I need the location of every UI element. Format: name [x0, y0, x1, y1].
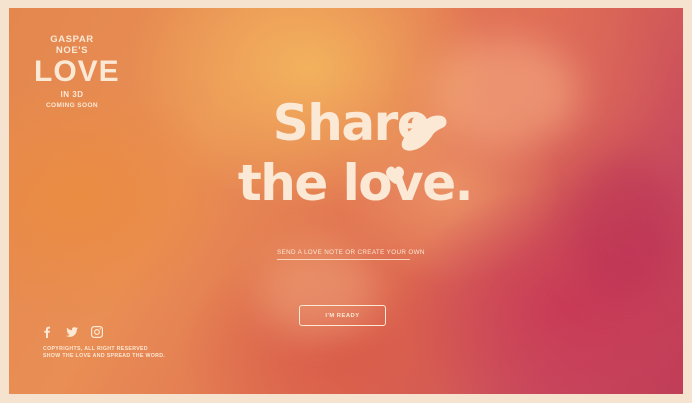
couple-silhouette-icon [401, 115, 447, 151]
brand-director: GASPAR NOE'S [50, 34, 94, 56]
heart-swirl-icon [386, 166, 404, 184]
brand-status: COMING SOON [45, 102, 99, 109]
copyright-text: COPYRIGHTS, ALL RIGHT RESERVED [43, 346, 148, 352]
headline: Share the love. [190, 95, 520, 211]
tagline-text: SHOW THE LOVE AND SPREAD THE WORD. [43, 353, 166, 359]
headline-line-1: Share [272, 94, 431, 152]
instagram-icon[interactable] [91, 326, 103, 338]
social-links [41, 326, 103, 338]
facebook-icon[interactable] [41, 326, 53, 338]
send-love-note-link[interactable]: SEND A LOVE NOTE OR CREATE YOUR OWN [277, 249, 424, 260]
footer: COPYRIGHTS, ALL RIGHT RESERVED SHOW THE … [43, 346, 165, 360]
brand-logo[interactable]: GASPAR NOE'S LOVE IN 3D COMING SOON [34, 34, 120, 109]
brand-title: LOVE [34, 55, 120, 88]
background-blur [569, 158, 679, 298]
im-ready-button[interactable]: I'M READY [299, 305, 386, 326]
brand-format: IN 3D [60, 90, 84, 99]
twitter-icon[interactable] [66, 326, 78, 338]
headline-line-2: the love. [237, 154, 474, 212]
